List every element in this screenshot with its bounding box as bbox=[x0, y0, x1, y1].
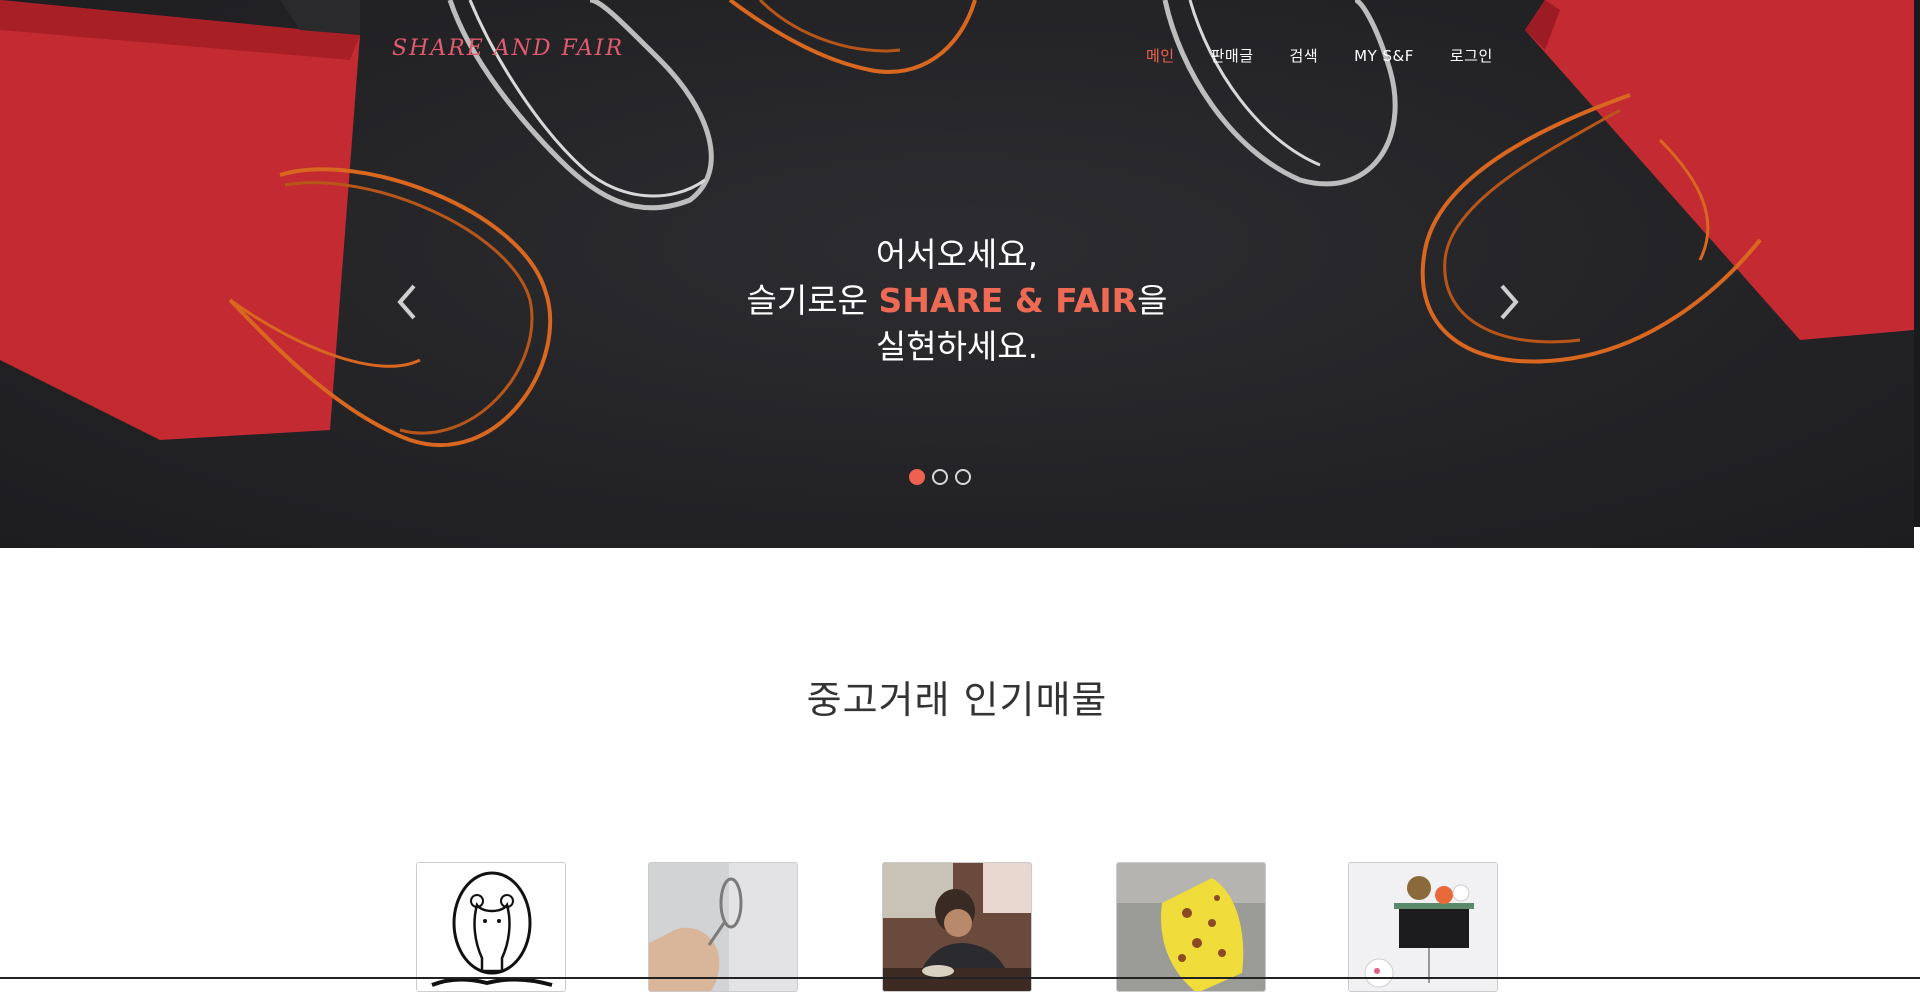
hero-caption-accent: SHARE & FAIR bbox=[878, 281, 1138, 320]
carousel-indicator-1[interactable] bbox=[909, 469, 925, 485]
chevron-left-icon bbox=[397, 284, 416, 320]
hero-caption: 어서오세요, 슬기로운 SHARE & FAIR을 실현하세요. bbox=[657, 232, 1257, 370]
scrollbar-edge bbox=[1914, 0, 1920, 979]
product-card[interactable] bbox=[882, 862, 1032, 992]
carousel-next-button[interactable] bbox=[1488, 282, 1528, 322]
nav-item-search[interactable]: 검색 bbox=[1290, 45, 1319, 66]
product-image-plush-toys bbox=[1349, 863, 1497, 991]
nav-item-my-sf[interactable]: MY S&F bbox=[1354, 47, 1414, 65]
hero-caption-line1: 어서오세요, bbox=[875, 235, 1039, 274]
popular-section-title: 중고거래 인기매물 bbox=[806, 678, 1108, 722]
product-card[interactable] bbox=[1348, 862, 1498, 992]
nav-item-login[interactable]: 로그인 bbox=[1450, 45, 1493, 66]
nav-item-main[interactable]: 메인 bbox=[1146, 45, 1175, 66]
carousel-indicator-2[interactable] bbox=[932, 469, 948, 485]
product-image-person-eating bbox=[883, 863, 1031, 991]
hero-carousel: SHARE AND FAIR 메인 판매글 검색 MY S&F 로그인 어서오세… bbox=[0, 0, 1914, 548]
chevron-right-icon bbox=[1500, 284, 1519, 320]
product-image-bear-logo bbox=[417, 863, 565, 991]
carousel-prev-button[interactable] bbox=[388, 282, 428, 322]
hero-caption-line2: 슬기로운 SHARE & FAIR을 bbox=[657, 278, 1257, 324]
product-image-metal-ring bbox=[649, 863, 797, 991]
product-card[interactable] bbox=[648, 862, 798, 992]
product-image-cheese-toy bbox=[1117, 863, 1265, 991]
carousel-indicator-3[interactable] bbox=[955, 469, 971, 485]
product-card[interactable] bbox=[1116, 862, 1266, 992]
main-nav: 메인 판매글 검색 MY S&F 로그인 bbox=[1146, 45, 1529, 66]
carousel-indicators bbox=[909, 469, 978, 485]
hero-caption-line2-prefix: 슬기로운 bbox=[746, 281, 879, 320]
nav-item-sales-posts[interactable]: 판매글 bbox=[1211, 45, 1254, 66]
hero-caption-line3: 실현하세요. bbox=[875, 327, 1039, 366]
product-card[interactable] bbox=[416, 862, 566, 992]
hero-caption-line2-suffix: 을 bbox=[1137, 281, 1168, 320]
brand-logo[interactable]: SHARE AND FAIR bbox=[392, 36, 624, 61]
